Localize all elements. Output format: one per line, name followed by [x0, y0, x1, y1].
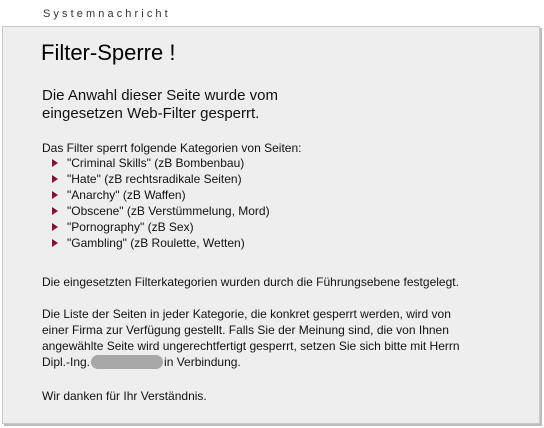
header-bar: Systemnachricht: [0, 0, 544, 26]
triangle-right-icon: [52, 207, 58, 215]
panel-shadow-right: [540, 28, 542, 426]
list-item: "Criminal Skills" (zB Bombenbau): [52, 155, 270, 171]
redacted-name: [91, 355, 164, 369]
category-list: "Criminal Skills" (zB Bombenbau) "Hate" …: [52, 155, 270, 251]
system-message-label: Systemnachricht: [43, 8, 171, 20]
list-item: "Pornography" (zB Sex): [52, 219, 270, 235]
management-note: Die eingesetzten Filterkategorien wurden…: [42, 275, 459, 289]
list-info-paragraph: Die Liste der Seiten in jeder Kategorie,…: [42, 306, 460, 370]
category-label: "Hate" (zB rechtsradikale Seiten): [67, 172, 242, 186]
category-label: "Pornography" (zB Sex): [67, 220, 194, 234]
triangle-right-icon: [52, 223, 58, 231]
thanks-text: Wir danken für Ihr Verständnis.: [42, 389, 207, 403]
category-label: "Anarchy" (zB Waffen): [67, 188, 186, 202]
intro-line-2: eingesetzen Web-Filter gesperrt.: [42, 105, 260, 122]
contact-title: Dipl.-Ing.: [42, 355, 91, 369]
category-label: "Criminal Skills" (zB Bombenbau): [67, 156, 245, 170]
intro-line-1: Die Anwahl dieser Seite wurde vom: [42, 87, 278, 104]
triangle-right-icon: [52, 159, 58, 167]
list-item: "Anarchy" (zB Waffen): [52, 187, 270, 203]
categories-intro: Das Filter sperrt folgende Kategorien vo…: [42, 141, 302, 155]
panel-shadow-bottom: [4, 424, 542, 426]
list-info-line-4: Dipl.-Ing. in Verbindung.: [42, 354, 460, 370]
list-info-line-2: einer Firma zur Verfügung gestellt. Fall…: [42, 323, 449, 337]
list-info-line-3: angewählte Seite wird ungerechtfertigt g…: [42, 339, 460, 353]
page-title: Filter-Sperre !: [41, 40, 176, 65]
triangle-right-icon: [52, 175, 58, 183]
intro-text: Die Anwahl dieser Seite wurde vom einges…: [42, 87, 278, 123]
list-info-line-1: Die Liste der Seiten in jeder Kategorie,…: [42, 307, 451, 321]
list-item: "Hate" (zB rechtsradikale Seiten): [52, 171, 270, 187]
category-label: "Gambling" (zB Roulette, Wetten): [67, 236, 245, 250]
triangle-right-icon: [52, 191, 58, 199]
list-item: "Obscene" (zB Verstümmelung, Mord): [52, 203, 270, 219]
triangle-right-icon: [52, 239, 58, 247]
category-label: "Obscene" (zB Verstümmelung, Mord): [67, 204, 270, 218]
contact-suffix: in Verbindung.: [164, 355, 241, 369]
list-item: "Gambling" (zB Roulette, Wetten): [52, 235, 270, 251]
